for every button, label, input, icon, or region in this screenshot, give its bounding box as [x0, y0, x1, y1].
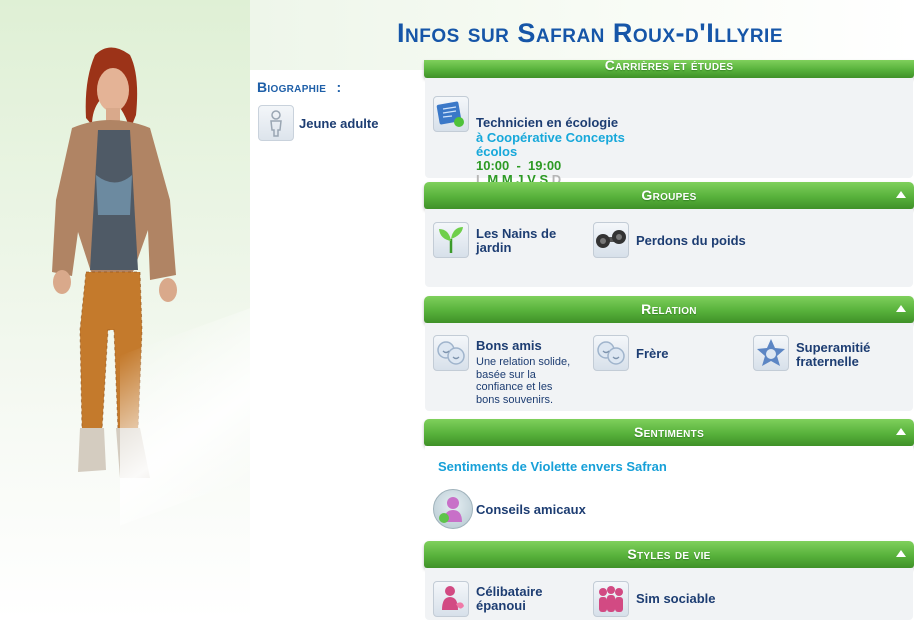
relation-description-line: basée sur la: [476, 368, 536, 381]
ecology-blueprint-icon: [436, 101, 464, 127]
sentiment-name: Conseils amicaux: [476, 502, 586, 517]
collapse-arrow-icon[interactable]: [896, 550, 906, 557]
relation-section: Relation Bons amis Une relation solide, …: [424, 296, 914, 411]
sentiments-section-body: Sentiments de Violette envers Safran Con…: [425, 446, 913, 542]
relation-section-header[interactable]: Relation: [424, 296, 914, 323]
lifestyles-section-title: Styles de vie: [627, 546, 711, 562]
biography-label: Biographie: [257, 79, 327, 95]
career-icon-button[interactable]: [433, 96, 469, 132]
group-name-line1: Les Nains de: [476, 226, 557, 241]
career-workplace-line2: écolos: [476, 144, 518, 159]
collapse-arrow-icon[interactable]: [896, 305, 906, 312]
relation-name-line2: fraternelle: [796, 354, 859, 369]
groups-section-header[interactable]: Groupes: [424, 182, 914, 209]
sim-portrait: [52, 47, 177, 478]
advice-sim-icon: [439, 497, 462, 523]
groups-section: Groupes Les Nains de jardin Perdons du p…: [424, 182, 914, 287]
sentiments-section-header[interactable]: Sentiments: [424, 419, 914, 446]
collapse-arrow-icon[interactable]: [896, 191, 906, 198]
group-name: Perdons du poids: [636, 233, 746, 248]
lifestyles-section: Styles de vie Célibataire épanoui Sim so…: [424, 541, 914, 620]
relation-description-line: bons souvenirs.: [476, 393, 554, 406]
lifestyles-section-header[interactable]: Styles de vie: [424, 541, 914, 568]
sentiments-subtitle: Sentiments de Violette envers Safran: [438, 459, 667, 474]
dumbbell-icon: [596, 230, 626, 248]
career-section-body: Technicien en écologie à Coopérative Con…: [425, 78, 913, 187]
relation-description-line: Une relation solide,: [476, 356, 571, 368]
lifestyle-name: Sim sociable: [636, 591, 716, 606]
relation-name-line1: Superamitié: [796, 340, 871, 355]
career-job-title: Technicien en écologie: [476, 115, 619, 130]
age-trait-icon-button[interactable]: [258, 105, 294, 141]
sentiments-section: Sentiments Sentiments de Violette envers…: [424, 419, 914, 542]
relation-name: Bons amis: [476, 338, 542, 353]
age-trait-label: Jeune adulte: [299, 116, 379, 131]
social-group-icon: [599, 586, 623, 612]
group-icon-button[interactable]: [593, 222, 629, 258]
page-title: Infos sur Safran Roux-d'Illyrie: [396, 18, 784, 48]
sprout-icon: [439, 227, 463, 253]
lifestyle-icon-button[interactable]: [433, 581, 469, 617]
biography-heading: Biographie :: [257, 79, 341, 95]
relation-name: Frère: [636, 346, 669, 361]
relation-description-line: confiance et les: [476, 381, 553, 393]
sentiment-icon-button[interactable]: [433, 489, 473, 529]
groups-section-title: Groupes: [641, 187, 697, 203]
group-icon-button[interactable]: [433, 222, 469, 258]
collapse-arrow-icon[interactable]: [896, 428, 906, 435]
career-work-hours: 10:00 - 19:00: [476, 158, 562, 173]
friends-faces-icon: [437, 341, 465, 365]
young-adult-icon: [270, 110, 282, 137]
career-section-header[interactable]: Carrières et études: [424, 60, 914, 78]
sentiments-section-title: Sentiments: [633, 424, 705, 440]
sim-portrait-panel: [0, 0, 260, 620]
career-workplace-line1: à Coopérative Concepts: [476, 130, 625, 145]
star-face-icon: [757, 339, 785, 366]
sibling-faces-icon: [597, 341, 625, 365]
career-section: Carrières et études Technicien en écolog…: [424, 60, 914, 187]
group-name-line2: jardin: [476, 240, 512, 255]
biography-colon: :: [336, 79, 342, 95]
relation-icon-button[interactable]: [433, 335, 469, 371]
single-sim-icon: [442, 586, 464, 610]
relation-icon-button[interactable]: [753, 335, 789, 371]
groups-section-body: Les Nains de jardin Perdons du poids: [425, 209, 913, 287]
lifestyle-name-line1: Célibataire: [476, 584, 543, 599]
lifestyle-name-line2: épanoui: [476, 598, 526, 613]
relation-section-body: Bons amis Une relation solide, basée sur…: [425, 323, 913, 411]
relation-section-title: Relation: [641, 301, 697, 317]
lifestyles-section-body: Célibataire épanoui Sim sociable: [425, 568, 913, 620]
career-section-title: Carrières et études: [604, 60, 734, 73]
lifestyle-icon-button[interactable]: [593, 581, 629, 617]
relation-icon-button[interactable]: [593, 335, 629, 371]
